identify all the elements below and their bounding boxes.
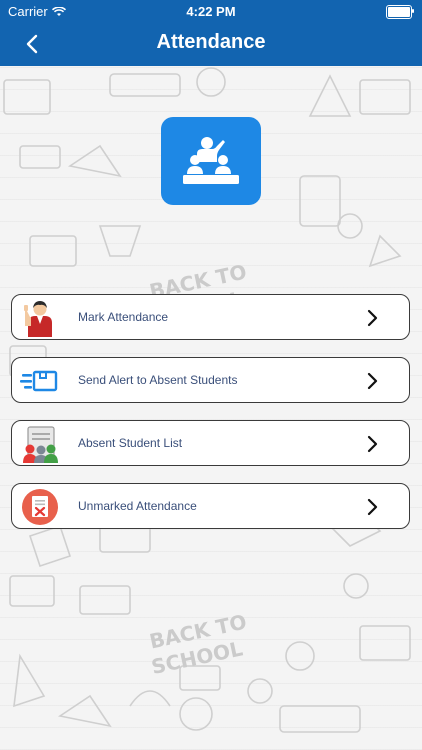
chevron-right-icon xyxy=(367,435,378,453)
menu-item-send-alert[interactable]: Send Alert to Absent Students xyxy=(11,357,410,403)
content-area: BACK TO SCHOOL BACK TO SCHOOL Mark Atten… xyxy=(0,66,422,750)
send-alert-icon xyxy=(20,370,58,392)
menu-item-label: Mark Attendance xyxy=(78,310,169,324)
nav-bar: Attendance xyxy=(0,22,422,66)
menu-item-label: Send Alert to Absent Students xyxy=(78,373,238,387)
menu-item-unmarked-attendance[interactable]: Unmarked Attendance xyxy=(11,483,410,529)
status-bar: Carrier 4:22 PM xyxy=(0,0,422,22)
student-list-icon xyxy=(23,426,58,463)
status-time: 4:22 PM xyxy=(186,4,236,19)
menu-item-absent-list[interactable]: Absent Student List xyxy=(11,420,410,466)
chevron-right-icon xyxy=(367,309,378,327)
unmarked-document-icon xyxy=(22,489,58,525)
menu-item-label: Absent Student List xyxy=(78,436,183,450)
attendance-hero-icon xyxy=(161,117,261,205)
page-title: Attendance xyxy=(156,31,266,53)
chevron-right-icon xyxy=(367,498,378,516)
battery-icon xyxy=(386,5,414,19)
menu-item-label: Unmarked Attendance xyxy=(78,499,197,513)
chevron-right-icon xyxy=(367,372,378,390)
top-bar: Carrier 4:22 PM Attendance xyxy=(0,0,422,66)
classroom-icon xyxy=(183,137,239,184)
teacher-icon xyxy=(24,301,52,337)
menu-item-mark-attendance[interactable]: Mark Attendance xyxy=(11,294,410,340)
